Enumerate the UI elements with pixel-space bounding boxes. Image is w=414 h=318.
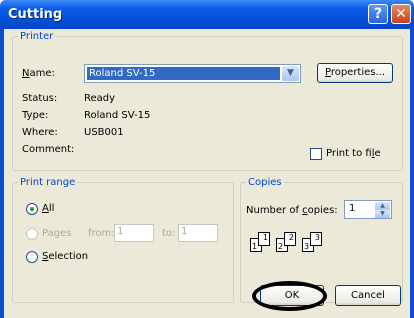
window-title: Cutting [8, 7, 63, 22]
print-dialog-window: Cutting ? ✕ Printer Name: Roland SV-15 ▼… [0, 0, 414, 318]
help-button[interactable]: ? [368, 4, 388, 24]
print-to-file-label-b: e [374, 148, 381, 159]
print-range-legend: Print range [20, 177, 76, 188]
selection-radio[interactable] [26, 251, 38, 263]
type-label: Type: [22, 110, 49, 121]
properties-button-rest: roperties... [330, 67, 386, 78]
to-page-input[interactable]: 1 [178, 224, 218, 242]
from-label: from: [88, 228, 115, 239]
status-value: Ready [84, 93, 116, 104]
pages-radio[interactable] [26, 228, 38, 240]
copies-stepper[interactable]: 1 ▲ ▼ [344, 200, 392, 219]
collate-page: 1 [258, 232, 270, 246]
from-page-input[interactable]: 1 [114, 224, 154, 242]
chevron-up-icon[interactable]: ▲ [375, 202, 390, 210]
copies-label-b: opies: [307, 205, 338, 216]
printer-name-select[interactable]: Roland SV-15 ▼ [84, 64, 301, 83]
name-label: Name: [22, 68, 55, 79]
copies-legend: Copies [248, 177, 282, 188]
copies-label-a: Number of [246, 205, 303, 216]
radio-dot-icon [30, 207, 34, 211]
status-label: Status: [22, 93, 58, 104]
copies-value: 1 [349, 203, 356, 214]
selection-label[interactable]: Selection [42, 251, 88, 262]
print-to-file-label[interactable]: Print to file [326, 148, 381, 159]
where-label: Where: [22, 127, 58, 138]
help-icon: ? [373, 6, 383, 22]
type-value: Roland SV-15 [84, 110, 151, 121]
cancel-button[interactable]: Cancel [335, 285, 401, 306]
print-to-file-label-a: Print to fi [326, 148, 372, 159]
selection-label-rest: election [48, 251, 89, 262]
all-radio[interactable] [26, 203, 38, 215]
highlight-circle [252, 281, 327, 311]
comment-label: Comment: [22, 144, 75, 155]
printer-group-legend: Printer [20, 31, 54, 42]
print-to-file-checkbox[interactable] [310, 148, 322, 160]
name-label-rest: ame: [29, 68, 55, 79]
printer-name-value: Roland SV-15 [87, 67, 280, 80]
close-button[interactable]: ✕ [391, 4, 411, 24]
title-bar[interactable]: Cutting ? ✕ [0, 0, 414, 29]
all-label[interactable]: All [42, 203, 54, 214]
collate-page: 3 [310, 232, 322, 246]
number-of-copies-label: Number of copies: [246, 205, 338, 216]
chevron-down-icon[interactable]: ▼ [375, 210, 390, 218]
pages-label[interactable]: Pages [42, 228, 71, 239]
all-label-rest: ll [48, 203, 55, 214]
close-icon: ✕ [395, 6, 407, 22]
to-label: to: [162, 228, 176, 239]
collate-page: 2 [284, 232, 296, 246]
where-value: USB001 [84, 127, 124, 138]
chevron-down-icon[interactable]: ▼ [282, 66, 299, 81]
dialog-body: Printer Name: Roland SV-15 ▼ Properties.… [4, 29, 410, 318]
properties-button[interactable]: Properties... [317, 63, 393, 83]
